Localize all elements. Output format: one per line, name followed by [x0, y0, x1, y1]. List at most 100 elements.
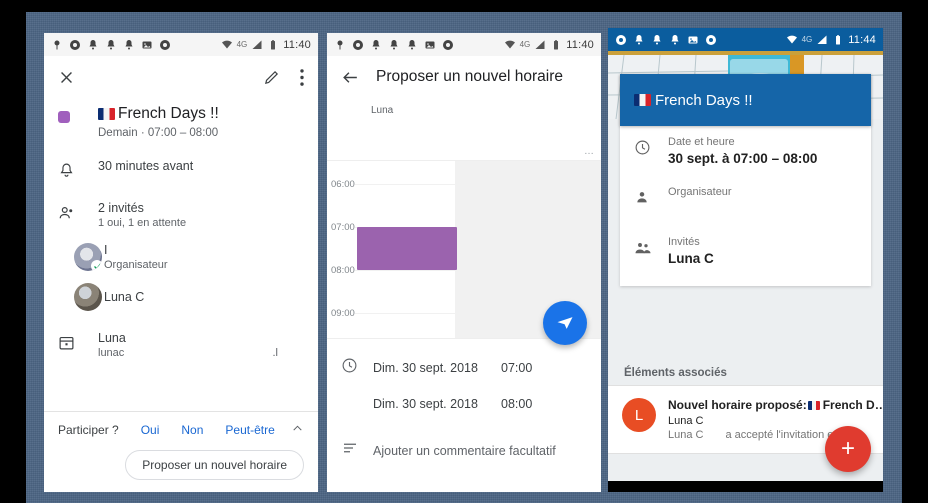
start-time[interactable]: 07:00 — [501, 361, 532, 375]
bell-icon — [89, 39, 97, 49]
associated-title-prefix: Nouvel horaire proposé: — [668, 398, 807, 412]
proposed-event-block[interactable] — [357, 227, 457, 270]
close-icon[interactable] — [58, 69, 75, 86]
pencil-icon[interactable] — [263, 69, 280, 86]
status-bar-left-icons — [51, 39, 171, 51]
calendar-name: Luna — [98, 331, 126, 346]
overflow-dots-label[interactable]: … — [584, 146, 595, 157]
fr-flag-icon — [807, 400, 820, 410]
send-proposal-fab[interactable] — [543, 301, 587, 345]
chrome-icon — [443, 39, 453, 50]
attendee-name: Luna — [371, 105, 394, 116]
fr-flag-icon — [634, 94, 651, 106]
phone-panel-associated-items: 4G 11:44 Date et heure 30 sept. à 07:00 … — [608, 28, 883, 492]
add-fab[interactable]: + — [825, 426, 871, 472]
guests-summary-block: 2 invités 1 oui, 1 en attente — [98, 201, 186, 229]
app-bar-panel1 — [44, 56, 318, 98]
page-title: Proposer un nouvel horaire — [376, 68, 563, 85]
calendar-icon — [59, 337, 74, 350]
rsvp-option-oui[interactable]: Oui — [141, 423, 160, 437]
event-title-block: French Days !! Demain · 07:00 – 08:00 — [98, 104, 219, 139]
status-bar-left-icons — [615, 34, 717, 46]
guests-summary-row[interactable]: 2 invités 1 oui, 1 en attente — [44, 201, 318, 229]
battery-icon — [271, 39, 276, 49]
clock-label: 11:40 — [566, 38, 594, 51]
person-icon — [634, 186, 668, 210]
guest-avatar-col — [58, 283, 102, 312]
rsvp-option-non[interactable]: Non — [181, 423, 203, 437]
end-date[interactable]: Dim. 30 sept. 2018 — [373, 397, 501, 411]
event-title-row[interactable]: French Days !! Demain · 07:00 – 08:00 — [44, 104, 318, 139]
attendee-head-luna[interactable]: Luna — [371, 102, 393, 116]
bell-icon — [653, 34, 661, 44]
chrome-icon — [706, 34, 716, 45]
clock-icon — [341, 357, 373, 379]
page-title: French Days !! — [98, 104, 219, 123]
app-bar-panel2: Proposer un nouvel horaire — [327, 56, 601, 98]
attendee-heads-row: Luna … — [327, 98, 601, 160]
end-time[interactable]: 08:00 — [501, 397, 532, 411]
detail-row-datetime[interactable]: Date et heure 30 sept. à 07:00 – 08:00 — [620, 126, 871, 170]
calendar-row[interactable]: Luna lunac .l — [44, 331, 318, 359]
wifi-icon — [504, 40, 515, 48]
detail-organizer-block: Organisateur — [668, 186, 732, 210]
datetime-row-end[interactable]: Dim. 30 sept. 2018 08:00 — [327, 385, 601, 417]
location-icon — [337, 40, 343, 49]
status-bar-left-icons — [334, 39, 454, 51]
event-title-text: French Days !! — [118, 105, 219, 122]
navigation-bar — [608, 481, 883, 492]
chrome-icon — [160, 39, 170, 50]
rsvp-footer: Participer ? Oui Non Peut-être Proposer … — [44, 411, 318, 492]
propose-new-time-button[interactable]: Proposer un nouvel horaire — [125, 450, 304, 480]
avatar: L — [622, 398, 656, 432]
event-color-swatch — [58, 111, 70, 123]
day-grid[interactable]: 06:00 07:00 08:00 09:00 — [327, 160, 601, 345]
bell-icon — [372, 39, 380, 49]
comment-row[interactable]: Ajouter un commentaire facultatif — [327, 425, 601, 462]
guest-item-organizer[interactable]: I Organisateur — [44, 243, 318, 272]
detail-label: Organisateur — [668, 186, 732, 198]
status-bar-panel2: 4G 11:40 — [327, 33, 601, 56]
hour-label: 06:00 — [331, 179, 355, 190]
clock-label: 11:44 — [848, 33, 876, 46]
detail-row-guests[interactable]: Invités Luna C — [620, 214, 871, 270]
bell-icon — [408, 39, 416, 49]
more-vert-icon[interactable] — [300, 68, 304, 86]
rsvp-question: Participer ? — [58, 423, 119, 437]
status-bar-panel3: 4G 11:44 — [608, 28, 883, 51]
rsvp-option-peut-etre[interactable]: Peut-être — [225, 423, 274, 437]
detail-value: 30 sept. à 07:00 – 08:00 — [668, 151, 818, 166]
wifi-icon — [786, 35, 797, 43]
avatar — [74, 243, 102, 272]
datetime-row-start[interactable]: Dim. 30 sept. 2018 07:00 — [327, 351, 601, 385]
notes-icon — [341, 439, 373, 462]
hour-label: 07:00 — [331, 222, 355, 233]
chevron-up-icon[interactable] — [291, 422, 304, 438]
guest-info: Luna C — [104, 290, 144, 304]
signal-icon — [252, 40, 262, 49]
calendar-email: lunac — [98, 347, 125, 360]
arrow-back-icon[interactable] — [341, 68, 360, 87]
event-title-text: French Days !! — [655, 91, 753, 109]
reminder-row[interactable]: 30 minutes avant — [44, 159, 318, 179]
snippet-text: a accepté l'invitation en — [725, 429, 840, 441]
detail-row-organizer[interactable]: Organisateur — [620, 170, 871, 214]
guest-item-luna[interactable]: Luna C — [44, 283, 318, 312]
phone-panel-event-details: 4G 11:40 French Days !! Demain · 07:00 –… — [44, 33, 318, 492]
start-date[interactable]: Dim. 30 sept. 2018 — [373, 361, 501, 375]
guest-name: Luna C — [104, 290, 145, 305]
signal-icon — [535, 40, 545, 49]
screenshot-root: 4G 11:40 French Days !! Demain · 07:00 –… — [0, 0, 928, 503]
rsvp-row: Participer ? Oui Non Peut-être — [58, 422, 304, 438]
event-title-banner: French Days !! — [620, 74, 871, 126]
chrome-icon — [70, 39, 80, 50]
clock-label: 11:40 — [283, 38, 311, 51]
guests-status: 1 oui, 1 en attente — [98, 217, 187, 230]
reminder-icon-col — [58, 159, 98, 179]
image-icon — [142, 41, 152, 48]
guest-name: I — [104, 243, 108, 258]
chrome-icon — [353, 39, 363, 50]
detail-label: Date et heure — [668, 136, 735, 148]
status-bar-right-icons: 4G 11:40 — [221, 39, 311, 51]
comment-placeholder: Ajouter un commentaire facultatif — [373, 443, 556, 458]
